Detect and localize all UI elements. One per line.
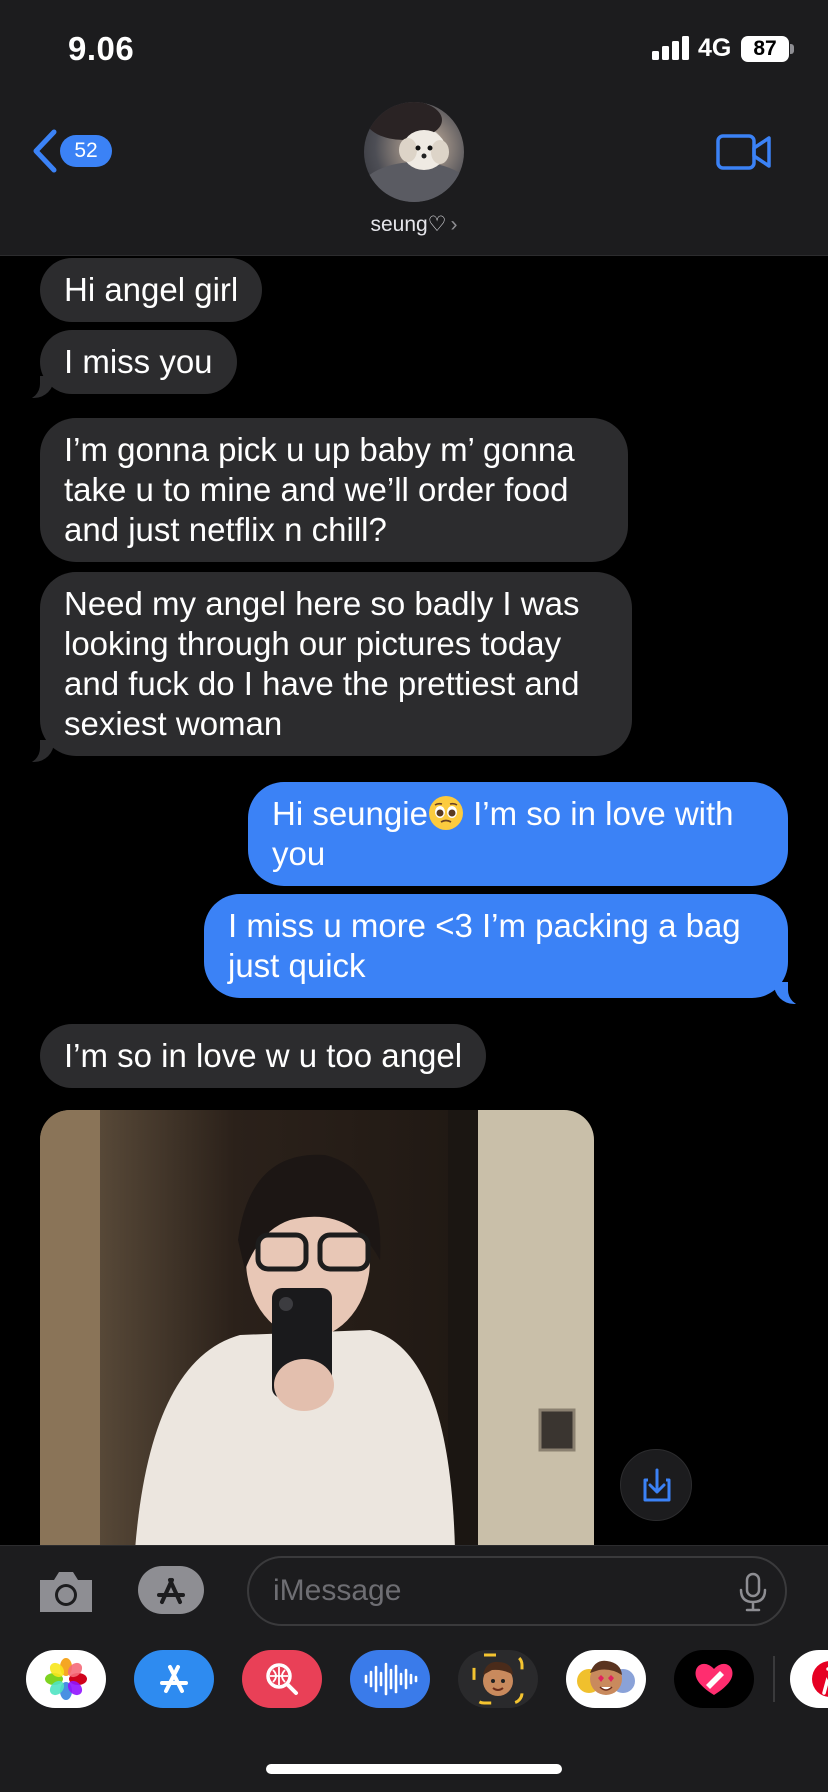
home-indicator[interactable]	[266, 1764, 562, 1774]
message-text: I’m so in love w u too angel	[64, 1037, 463, 1074]
message-text-field[interactable]	[273, 1558, 713, 1624]
message-bubble-incoming[interactable]: Need my angel here so badly I was lookin…	[40, 572, 632, 756]
battery-nub	[790, 44, 794, 54]
dog-photo-icon	[364, 102, 464, 202]
photo-attachment[interactable]	[40, 1110, 594, 1550]
status-time: 9.06	[68, 30, 135, 67]
message-text: Hi seungie	[272, 795, 428, 832]
memoji-stickers-icon	[577, 1660, 635, 1695]
battery-icon: 87	[741, 36, 789, 62]
contact-avatar[interactable]	[364, 102, 464, 202]
cellular-signal-icon	[652, 36, 690, 60]
message-text: I miss you	[64, 343, 213, 380]
bubble-tail	[20, 370, 54, 400]
messages-screen: 9.06 4G 87 52 seung♡ › Hi angel girl I m…	[0, 0, 828, 1792]
conversation-header: 9.06 4G 87 52 seung♡ ›	[0, 0, 828, 256]
app-drawer-divider	[773, 1656, 775, 1702]
app-store-icon	[160, 1665, 188, 1693]
app-store-app-icon[interactable]	[134, 1650, 214, 1708]
web-images-search-icon	[266, 1663, 298, 1695]
message-bubble-incoming[interactable]: I’m so in love w u too angel	[40, 1024, 487, 1088]
app-store-icon	[157, 1578, 185, 1604]
digital-touch-icon	[695, 1663, 733, 1695]
audio-message-app-icon[interactable]	[350, 1650, 430, 1708]
message-bubble-incoming[interactable]: Hi angel girl	[40, 258, 263, 322]
message-text: I miss u more <3 I’m packing a bag just …	[228, 907, 741, 984]
pinterest-icon	[812, 1661, 828, 1697]
save-photo-button[interactable]	[620, 1449, 692, 1521]
contact-name-button[interactable]: seung♡ ›	[0, 212, 828, 237]
bubble-tail	[20, 734, 54, 764]
pinterest-app-icon[interactable]	[790, 1650, 828, 1708]
audio-message-icon	[364, 1662, 418, 1696]
message-bubble-incoming[interactable]: I’m gonna pick u up baby m’ gonna take u…	[40, 418, 628, 562]
message-bubble-outgoing[interactable]: Hi seungie I’m so in love with you	[248, 782, 788, 886]
unread-count-badge: 52	[60, 135, 112, 167]
mirror-selfie-photo-icon	[40, 1110, 594, 1550]
contact-name-label: seung♡	[370, 213, 447, 236]
chevron-left-icon	[33, 129, 57, 173]
memoji-icon	[472, 1653, 524, 1705]
app-store-drawer-button[interactable]	[138, 1566, 204, 1614]
chevron-right-icon: ›	[450, 213, 458, 236]
memoji-stickers-app-icon[interactable]	[566, 1650, 646, 1708]
memoji-app-icon[interactable]	[458, 1650, 538, 1708]
message-text: I’m gonna pick u up baby m’ gonna take u…	[64, 431, 575, 548]
back-button[interactable]: 52	[30, 128, 114, 174]
video-call-icon[interactable]	[716, 132, 772, 172]
microphone-icon[interactable]	[735, 1572, 771, 1612]
message-text: Hi angel girl	[64, 271, 239, 308]
message-bubble-outgoing[interactable]: I miss u more <3 I’m packing a bag just …	[204, 894, 788, 998]
images-search-app-icon[interactable]	[242, 1650, 322, 1708]
pleading-face-emoji-icon	[428, 796, 463, 830]
message-text: Need my angel here so badly I was lookin…	[64, 585, 580, 742]
photos-app-icon[interactable]	[26, 1650, 106, 1708]
download-icon	[643, 1468, 671, 1502]
digital-touch-app-icon[interactable]	[674, 1650, 754, 1708]
message-bubble-incoming[interactable]: I miss you	[40, 330, 237, 394]
message-input-bar	[0, 1545, 828, 1634]
network-type: 4G	[698, 34, 732, 62]
message-input[interactable]	[247, 1556, 787, 1626]
bubble-tail	[774, 976, 808, 1006]
camera-icon[interactable]	[36, 1568, 96, 1616]
photos-icon	[45, 1658, 87, 1700]
